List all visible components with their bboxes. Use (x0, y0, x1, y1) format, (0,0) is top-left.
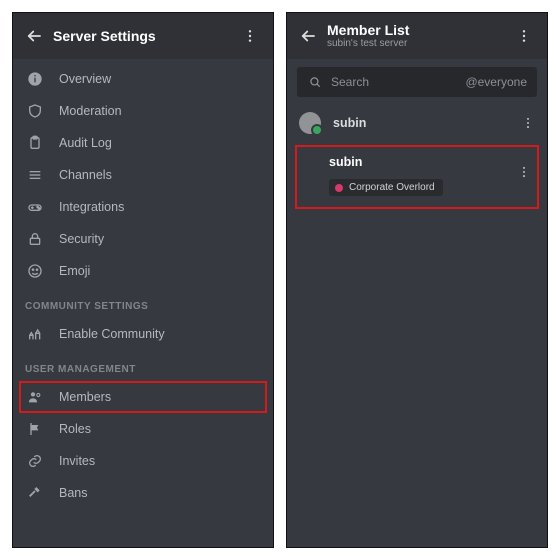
list-icon (25, 165, 45, 185)
more-vert-icon[interactable] (517, 165, 531, 179)
section-community: COMMUNITY SETTINGS (13, 287, 273, 318)
search-bar[interactable]: Search @everyone (297, 67, 537, 97)
back-arrow-icon[interactable] (21, 23, 47, 49)
nav-overview[interactable]: Overview (13, 63, 273, 95)
hammer-icon (25, 483, 45, 503)
nav-label: Members (59, 390, 111, 404)
more-vert-icon[interactable] (511, 23, 537, 49)
nav-moderation[interactable]: Moderation (13, 95, 273, 127)
member-row[interactable]: subin (287, 103, 547, 143)
nav-security[interactable]: Security (13, 223, 273, 255)
role-name: Corporate Overlord (349, 182, 435, 193)
section-user-management: USER MANAGEMENT (13, 350, 273, 381)
server-settings-pane: Server Settings Overview Moderation (12, 12, 274, 548)
right-title: Member List (327, 22, 409, 38)
nav-label: Bans (59, 486, 88, 500)
nav-label: Channels (59, 168, 112, 182)
nav-label: Roles (59, 422, 91, 436)
nav-label: Integrations (59, 200, 124, 214)
nav-label: Security (59, 232, 104, 246)
gamepad-icon (25, 197, 45, 217)
nav-label: Emoji (59, 264, 90, 278)
back-arrow-icon[interactable] (295, 23, 321, 49)
clipboard-icon (25, 133, 45, 153)
nav-roles[interactable]: Roles (13, 413, 273, 445)
avatar (299, 112, 321, 134)
nav-integrations[interactable]: Integrations (13, 191, 273, 223)
nav-invites[interactable]: Invites (13, 445, 273, 477)
nav-label: Audit Log (59, 136, 112, 150)
role-chip[interactable]: Corporate Overlord (329, 179, 443, 196)
more-vert-icon[interactable] (237, 23, 263, 49)
nav-members[interactable]: Members (19, 381, 267, 413)
selected-member-name: subin (329, 155, 531, 169)
nav-channels[interactable]: Channels (13, 159, 273, 191)
settings-list: Overview Moderation Audit Log Channels (13, 59, 273, 515)
nav-label: Invites (59, 454, 95, 468)
nav-audit-log[interactable]: Audit Log (13, 127, 273, 159)
emoji-icon (25, 261, 45, 281)
nav-label: Enable Community (59, 327, 165, 341)
selected-member-card[interactable]: subin Corporate Overlord (295, 145, 539, 209)
nav-label: Overview (59, 72, 111, 86)
community-icon (25, 324, 45, 344)
nav-enable-community[interactable]: Enable Community (13, 318, 273, 350)
members-icon (25, 387, 45, 407)
nav-label: Moderation (59, 104, 122, 118)
left-header: Server Settings (13, 13, 273, 59)
member-name: subin (333, 116, 366, 130)
nav-bans[interactable]: Bans (13, 477, 273, 509)
left-title: Server Settings (53, 28, 156, 44)
filter-chip[interactable]: @everyone (465, 75, 527, 89)
info-icon (25, 69, 45, 89)
search-placeholder: Search (331, 75, 369, 89)
right-subtitle: subin's test server (327, 38, 409, 50)
member-list-pane: Member List subin's test server Search @… (286, 12, 548, 548)
role-color-dot (335, 184, 343, 192)
lock-icon (25, 229, 45, 249)
nav-emoji[interactable]: Emoji (13, 255, 273, 287)
flag-icon (25, 419, 45, 439)
more-vert-icon[interactable] (521, 116, 535, 130)
right-header: Member List subin's test server (287, 13, 547, 59)
search-icon (307, 74, 323, 90)
shield-icon (25, 101, 45, 121)
link-icon (25, 451, 45, 471)
